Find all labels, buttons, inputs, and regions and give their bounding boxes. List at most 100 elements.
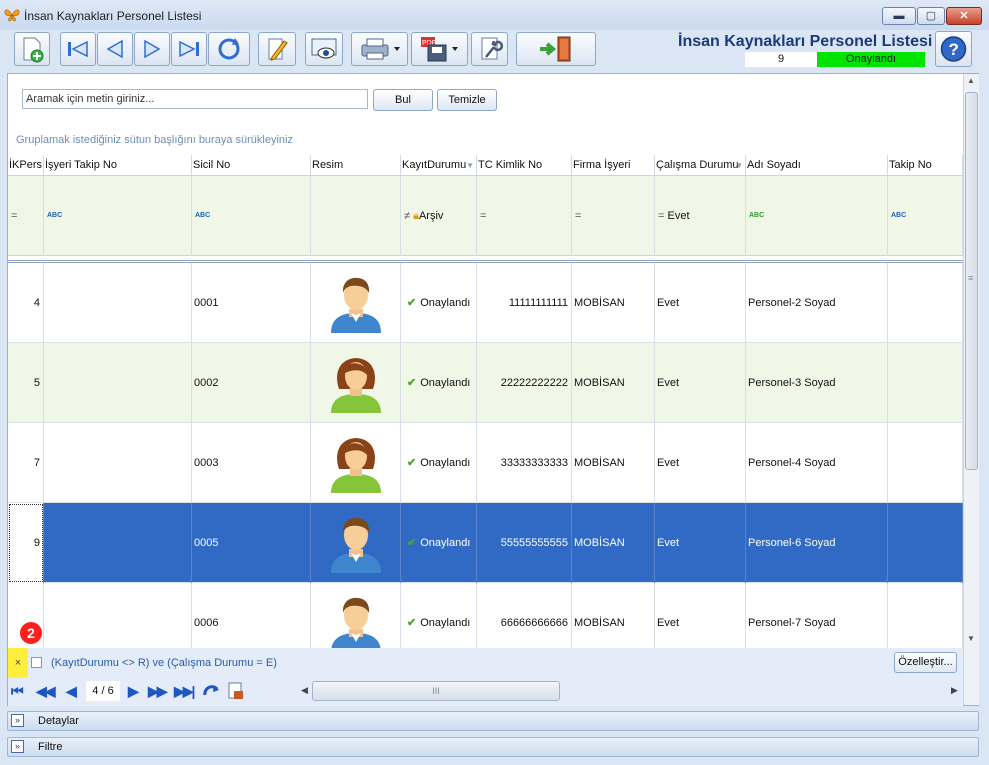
refresh-icon[interactable]	[202, 683, 220, 699]
table-row[interactable]: 7 0003 ✔ Onaylandı 33333333333 MOBİSAN Evet Per…	[8, 423, 963, 503]
filter-funnel-icon[interactable]: ▼	[466, 155, 474, 175]
table-cell[interactable]: 0002	[192, 343, 311, 423]
table-cell[interactable]: 22222222222	[477, 343, 572, 423]
previous-record-button[interactable]	[97, 32, 133, 66]
nav-first-icon[interactable]: ⏮	[11, 683, 24, 700]
table-cell[interactable]: ✔ Onaylandı	[401, 263, 477, 343]
table-cell[interactable]: 11111111111	[477, 263, 572, 343]
filter-cell[interactable]: ≠ 🔒︎Arşiv	[401, 176, 477, 256]
table-cell[interactable]: Personel-6 Soyad	[746, 503, 888, 583]
column-header-calisma-durumu[interactable]: Çalışma Durumu ▼	[655, 155, 746, 176]
table-cell[interactable]: ✔ Onaylandı	[401, 503, 477, 583]
photo-cell[interactable]	[311, 423, 401, 503]
scroll-down-arrow[interactable]: ▼	[967, 634, 975, 643]
filter-panel-header[interactable]: » Filtre	[7, 737, 979, 757]
table-cell[interactable]: Personel-3 Soyad	[746, 343, 888, 423]
table-row[interactable]: 4 0001 ✔ Onaylandı 11111111111 MOBİSAN Evet Per…	[8, 263, 963, 343]
table-cell[interactable]: 0001	[192, 263, 311, 343]
filter-cell[interactable]: = Evet	[655, 176, 746, 256]
table-cell[interactable]	[888, 423, 963, 503]
vertical-scroll-thumb[interactable]: ≡	[965, 92, 978, 470]
table-cell[interactable]: Evet	[655, 583, 746, 648]
photo-cell[interactable]	[311, 503, 401, 583]
nav-prev-icon[interactable]: ◀	[66, 683, 77, 700]
nav-prev-page-icon[interactable]: ◀◀	[36, 683, 55, 700]
scroll-right-arrow[interactable]: ▶	[951, 685, 958, 696]
filter-cell[interactable]: =	[477, 176, 572, 256]
exit-button[interactable]	[516, 32, 596, 66]
filter-cell[interactable]: ABC	[888, 176, 963, 256]
minimize-button[interactable]: ▬	[882, 7, 916, 25]
settings-button[interactable]	[471, 32, 508, 66]
column-header-tc-kimlik-no[interactable]: TC Kimlik No	[477, 155, 572, 176]
export-pdf-button[interactable]: PDF	[411, 32, 468, 66]
table-cell[interactable]: 0003	[192, 423, 311, 503]
horizontal-scrollbar[interactable]: ◀ III ▶	[299, 681, 963, 701]
table-cell[interactable]	[44, 583, 192, 648]
table-cell[interactable]	[888, 343, 963, 423]
search-input[interactable]: Aramak için metin giriniz...	[22, 89, 368, 109]
column-header-takip-no[interactable]: Takip No	[888, 155, 963, 176]
export-icon[interactable]	[228, 682, 244, 700]
details-panel-header[interactable]: » Detaylar	[7, 711, 979, 731]
table-cell[interactable]: Evet	[655, 503, 746, 583]
find-button[interactable]: Bul	[373, 89, 433, 111]
table-cell[interactable]: Personel-7 Soyad	[746, 583, 888, 648]
table-cell[interactable]: 4	[8, 263, 44, 343]
column-header-ikpers[interactable]: İKPers	[8, 155, 44, 176]
table-cell[interactable]	[888, 583, 963, 648]
table-cell[interactable]: Evet	[655, 263, 746, 343]
table-cell[interactable]: 0006	[192, 583, 311, 648]
table-cell[interactable]: 33333333333	[477, 423, 572, 503]
table-cell[interactable]	[44, 263, 192, 343]
table-row[interactable]: 0006 ✔ Onaylandı 66666666666 MOBİSAN Evet Pers…	[8, 583, 963, 648]
table-row[interactable]: 5 0002 ✔ Onaylandı 22222222222 MOBİSAN Evet Per…	[8, 343, 963, 423]
table-cell[interactable]: 9	[8, 503, 44, 583]
table-cell[interactable]: Evet	[655, 343, 746, 423]
filter-cell[interactable]: ABC	[44, 176, 192, 256]
filter-cell[interactable]: ABC	[746, 176, 888, 256]
table-cell[interactable]	[888, 263, 963, 343]
expand-chevron-icon[interactable]: »	[11, 714, 24, 727]
last-record-button[interactable]	[171, 32, 207, 66]
nav-next-icon[interactable]: ▶	[128, 683, 139, 700]
table-cell[interactable]: ✔ Onaylandı	[401, 583, 477, 648]
filter-enable-checkbox[interactable]	[31, 657, 42, 668]
refresh-button[interactable]	[208, 32, 250, 66]
table-cell[interactable]: MOBİSAN	[572, 423, 655, 503]
scroll-up-arrow[interactable]: ▲	[967, 76, 975, 85]
table-cell[interactable]: 0005	[192, 503, 311, 583]
maximize-button[interactable]: ▢	[917, 7, 945, 25]
view-button[interactable]	[305, 32, 343, 66]
horizontal-scroll-thumb[interactable]: III	[312, 681, 560, 701]
scroll-left-arrow[interactable]: ◀	[301, 685, 308, 696]
table-cell[interactable]: Personel-2 Soyad	[746, 263, 888, 343]
table-cell[interactable]: ✔ Onaylandı	[401, 423, 477, 503]
filter-cell[interactable]: ABC	[192, 176, 311, 256]
clear-button[interactable]: Temizle	[437, 89, 497, 111]
print-button[interactable]	[351, 32, 408, 66]
nav-last-icon[interactable]: ▶▶|	[174, 683, 196, 700]
photo-cell[interactable]	[311, 583, 401, 648]
column-header-adi-soyadi[interactable]: Adı Soyadı	[746, 155, 888, 176]
filter-expression[interactable]: (KayıtDurumu <> R) ve (Çalışma Durumu = …	[51, 657, 277, 669]
table-cell[interactable]: MOBİSAN	[572, 263, 655, 343]
table-cell[interactable]: MOBİSAN	[572, 583, 655, 648]
table-cell[interactable]: 7	[8, 423, 44, 503]
expand-chevron-icon[interactable]: »	[11, 740, 24, 753]
filter-cell[interactable]: =	[572, 176, 655, 256]
table-cell[interactable]	[888, 503, 963, 583]
next-record-button[interactable]	[134, 32, 170, 66]
column-header-resim[interactable]: Resim	[311, 155, 401, 176]
edit-button[interactable]	[258, 32, 296, 66]
vertical-scrollbar[interactable]: ▲ ≡ ▼	[963, 74, 979, 705]
nav-next-page-icon[interactable]: ▶▶	[148, 683, 167, 700]
table-cell[interactable]: 66666666666	[477, 583, 572, 648]
clear-filter-button[interactable]: ×	[8, 648, 28, 678]
table-cell[interactable]: Personel-4 Soyad	[746, 423, 888, 503]
table-row[interactable]: 9 0005 ✔ Onaylandı 55555555555 MOBİSAN Evet Per…	[8, 503, 963, 583]
table-cell[interactable]: ✔ Onaylandı	[401, 343, 477, 423]
column-header-kayit-durumu[interactable]: KayıtDurumu ▼	[401, 155, 477, 176]
new-record-button[interactable]	[14, 32, 50, 66]
filter-funnel-icon[interactable]: ▼	[735, 155, 743, 175]
